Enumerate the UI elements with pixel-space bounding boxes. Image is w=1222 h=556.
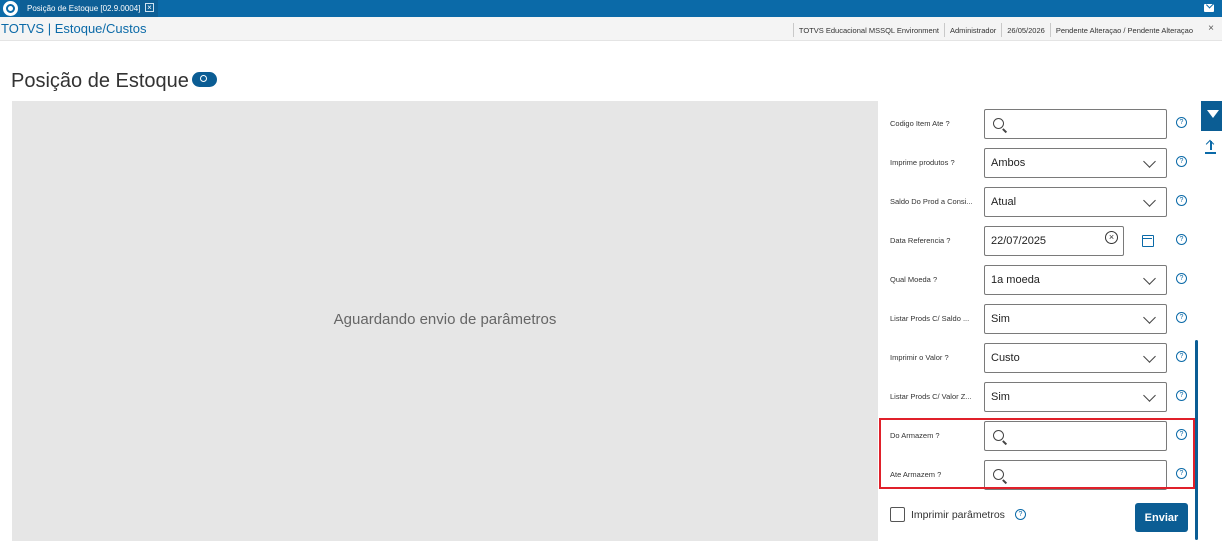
send-button[interactable]: Enviar — [1135, 503, 1188, 532]
calendar-icon[interactable] — [1142, 235, 1154, 247]
imprime-produtos-select[interactable]: Ambos — [984, 148, 1167, 178]
status-group: TOTVS Educacional MSSQL Environment Admi… — [792, 23, 1198, 37]
param-label: Listar Prods C/ Saldo ... — [890, 314, 970, 323]
param-label: Imprimir o Valor ? — [890, 353, 949, 362]
print-params-checkbox[interactable] — [890, 507, 905, 522]
page-title: Posição de Estoque — [11, 70, 189, 92]
filter-button[interactable] — [1201, 101, 1222, 131]
close-icon[interactable]: × — [1208, 23, 1214, 34]
help-icon[interactable]: ? — [1015, 509, 1026, 520]
pending-status-label[interactable]: Pendente Alteraçao / Pendente Alteraçao — [1049, 23, 1198, 37]
module-title: TOTVS | Estoque/Custos — [1, 21, 147, 36]
chevron-down-icon[interactable] — [1143, 350, 1156, 363]
listar-prods-saldo-select[interactable]: Sim — [984, 304, 1167, 334]
chevron-down-icon[interactable] — [1143, 194, 1156, 207]
do-armazem-input[interactable] — [984, 421, 1167, 451]
select-value: Custo — [991, 352, 1020, 364]
help-icon[interactable]: ? — [1176, 312, 1187, 323]
scrollbar[interactable] — [1195, 340, 1198, 540]
ate-armazem-input[interactable] — [984, 460, 1167, 490]
select-value: Ambos — [991, 157, 1026, 169]
totvs-logo-icon[interactable] — [3, 1, 18, 16]
help-icon[interactable]: ? — [1176, 156, 1187, 167]
chevron-down-icon[interactable] — [1143, 311, 1156, 324]
tab-title: Posição de Estoque [02.9.0004] — [27, 4, 141, 13]
mail-icon[interactable] — [1204, 4, 1214, 12]
param-data-referencia: Data Referencia ? 22/07/2025 × ? — [878, 226, 1200, 256]
top-bar: Posição de Estoque [02.9.0004] × — [0, 0, 1222, 17]
info-icon[interactable] — [192, 72, 217, 87]
param-saldo-prod: Saldo Do Prod a Consi... Atual ? — [878, 187, 1200, 217]
chevron-down-icon[interactable] — [1143, 155, 1156, 168]
upload-button[interactable] — [1201, 138, 1222, 158]
user-label[interactable]: Administrador — [943, 23, 1001, 37]
help-icon[interactable]: ? — [1176, 390, 1187, 401]
param-codigo-item-ate: Codigo Item Ate ? ? — [878, 109, 1200, 139]
help-icon[interactable]: ? — [1176, 234, 1187, 245]
header-bar: TOTVS | Estoque/Custos TOTVS Educacional… — [0, 17, 1222, 41]
data-referencia-input[interactable]: 22/07/2025 × — [984, 226, 1124, 256]
param-label: Ate Armazem ? — [890, 470, 942, 479]
tab-posicao-estoque[interactable]: Posição de Estoque [02.9.0004] × — [20, 0, 158, 17]
listar-prods-valor-select[interactable]: Sim — [984, 382, 1167, 412]
param-label: Codigo Item Ate ? — [890, 119, 950, 128]
tab-close-icon[interactable]: × — [145, 3, 154, 12]
param-imprime-produtos: Imprime produtos ? Ambos ? — [878, 148, 1200, 178]
environment-label[interactable]: TOTVS Educacional MSSQL Environment — [792, 23, 944, 37]
param-label: Do Armazem ? — [890, 431, 940, 440]
search-icon[interactable] — [993, 469, 1004, 480]
help-icon[interactable]: ? — [1176, 273, 1187, 284]
chevron-down-icon[interactable] — [1143, 272, 1156, 285]
param-label: Listar Prods C/ Valor Z... — [890, 392, 972, 401]
help-icon[interactable]: ? — [1176, 117, 1187, 128]
select-value: 1a moeda — [991, 274, 1040, 286]
help-icon[interactable]: ? — [1176, 195, 1187, 206]
param-listar-prods-valor: Listar Prods C/ Valor Z... Sim ? — [878, 382, 1200, 412]
saldo-prod-select[interactable]: Atual — [984, 187, 1167, 217]
select-value: Sim — [991, 313, 1010, 325]
param-imprimir-valor: Imprimir o Valor ? Custo ? — [878, 343, 1200, 373]
param-label: Saldo Do Prod a Consi... — [890, 197, 973, 206]
help-icon[interactable]: ? — [1176, 468, 1187, 479]
clear-icon[interactable]: × — [1105, 231, 1118, 244]
upload-icon — [1206, 141, 1215, 154]
chevron-down-icon[interactable] — [1143, 389, 1156, 402]
date-value: 22/07/2025 — [991, 235, 1047, 247]
qual-moeda-select[interactable]: 1a moeda — [984, 265, 1167, 295]
filter-icon — [1207, 110, 1219, 118]
param-label: Imprime produtos ? — [890, 158, 955, 167]
search-icon[interactable] — [993, 430, 1004, 441]
codigo-item-ate-input[interactable] — [984, 109, 1167, 139]
select-value: Atual — [991, 196, 1017, 208]
param-listar-prods-saldo: Listar Prods C/ Saldo ... Sim ? — [878, 304, 1200, 334]
param-ate-armazem: Ate Armazem ? ? — [878, 460, 1200, 490]
param-do-armazem: Do Armazem ? ? — [878, 421, 1200, 451]
help-icon[interactable]: ? — [1176, 429, 1187, 440]
parameters-panel: Codigo Item Ate ? ? Imprime produtos ? A… — [878, 101, 1200, 541]
param-qual-moeda: Qual Moeda ? 1a moeda ? — [878, 265, 1200, 295]
select-value: Sim — [991, 391, 1010, 403]
print-params-label[interactable]: Imprimir parâmetros — [911, 509, 1005, 521]
param-label: Qual Moeda ? — [890, 275, 938, 284]
date-label[interactable]: 26/05/2026 — [1001, 23, 1050, 37]
report-preview-panel: Aguardando envio de parâmetros — [12, 101, 878, 541]
help-icon[interactable]: ? — [1176, 351, 1187, 362]
waiting-message: Aguardando envio de parâmetros — [333, 311, 557, 328]
imprimir-valor-select[interactable]: Custo — [984, 343, 1167, 373]
param-label: Data Referencia ? — [890, 236, 951, 245]
search-icon[interactable] — [993, 118, 1004, 129]
